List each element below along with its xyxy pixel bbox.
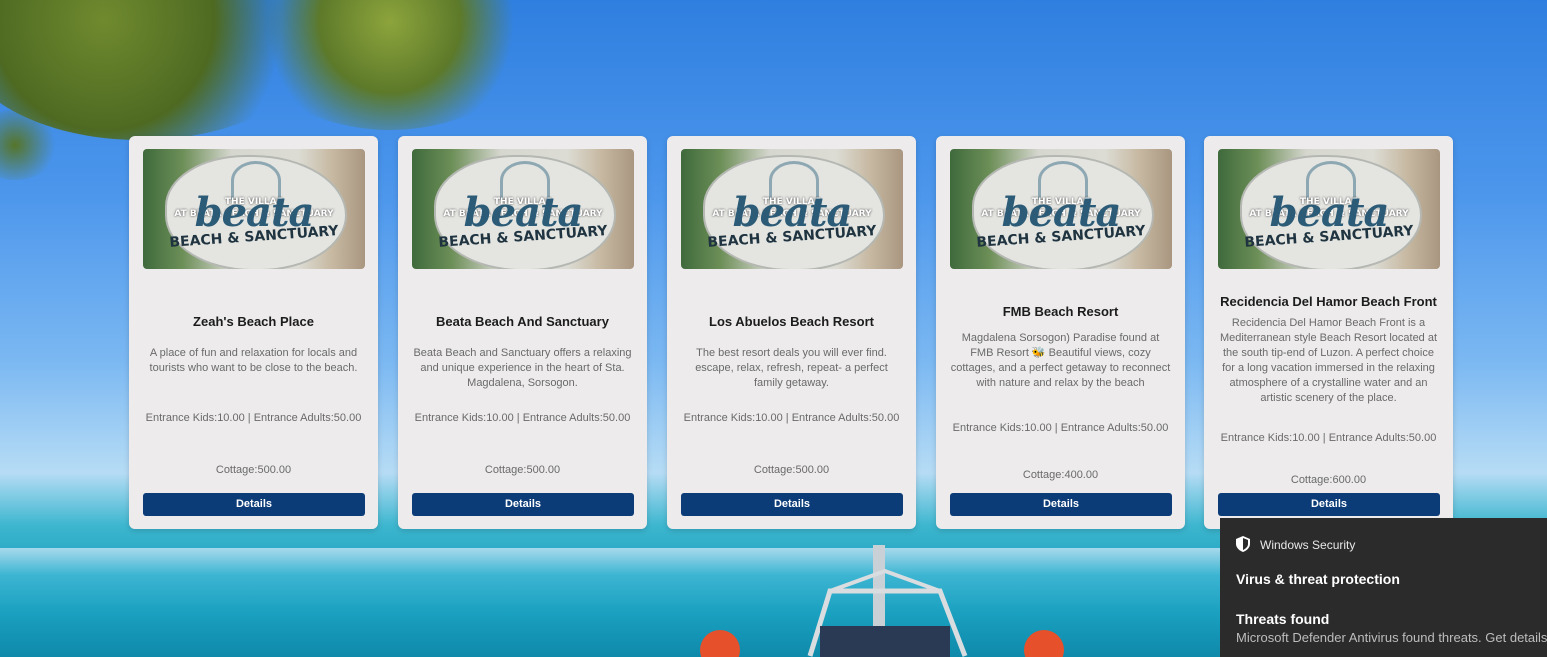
- tree-foliage-2: [250, 0, 530, 130]
- notification-message: Microsoft Defender Antivirus found threa…: [1236, 630, 1547, 645]
- boat-frame: [807, 568, 968, 657]
- cottage-price: Cottage:500.00: [484, 464, 561, 476]
- resort-title: Zeah's Beach Place: [193, 314, 314, 329]
- resort-title: Recidencia Del Hamor Beach Front: [1220, 294, 1437, 309]
- resort-card: THE VILLAS AT BEATA BEACH & SANCTUARY be…: [129, 136, 378, 529]
- resort-card: THE VILLAS AT BEATA BEACH & SANCTUARY be…: [667, 136, 916, 529]
- details-button[interactable]: Details: [412, 493, 634, 516]
- resort-image[interactable]: THE VILLAS AT BEATA BEACH & SANCTUARY be…: [1218, 149, 1440, 269]
- details-button[interactable]: Details: [950, 493, 1172, 516]
- cottage-price: Cottage:500.00: [753, 464, 830, 476]
- resort-image[interactable]: THE VILLAS AT BEATA BEACH & SANCTUARY be…: [412, 149, 634, 269]
- resort-card: THE VILLAS AT BEATA BEACH & SANCTUARY be…: [936, 136, 1185, 529]
- resort-image[interactable]: THE VILLAS AT BEATA BEACH & SANCTUARY be…: [143, 149, 365, 269]
- windows-security-notification[interactable]: Windows Security Virus & threat protecti…: [1220, 518, 1547, 657]
- notification-subheading: Threats found: [1236, 611, 1330, 627]
- resort-description: A place of fun and relaxation for locals…: [149, 347, 358, 374]
- entrance-fees: Entrance Kids:10.00 | Entrance Adults:50…: [952, 422, 1169, 434]
- notification-app-name: Windows Security: [1260, 538, 1356, 552]
- entrance-fees: Entrance Kids:10.00 | Entrance Adults:50…: [1220, 432, 1437, 444]
- resort-description: Recidencia Del Hamor Beach Front is a Me…: [1219, 317, 1438, 404]
- entrance-fees: Entrance Kids:10.00 | Entrance Adults:50…: [414, 412, 631, 424]
- resort-title: Los Abuelos Beach Resort: [709, 314, 874, 329]
- resort-title: Beata Beach And Sanctuary: [436, 314, 609, 329]
- resort-image[interactable]: THE VILLAS AT BEATA BEACH & SANCTUARY be…: [950, 149, 1172, 269]
- resort-card: THE VILLAS AT BEATA BEACH & SANCTUARY be…: [1204, 136, 1453, 529]
- entrance-fees: Entrance Kids:10.00 | Entrance Adults:50…: [145, 412, 362, 424]
- resort-image[interactable]: THE VILLAS AT BEATA BEACH & SANCTUARY be…: [681, 149, 903, 269]
- shield-icon: [1236, 536, 1250, 552]
- resort-title: FMB Beach Resort: [1002, 304, 1119, 319]
- details-button[interactable]: Details: [143, 493, 365, 516]
- cottage-price: Cottage:600.00: [1290, 474, 1367, 486]
- resort-description: Magdalena Sorsogon) Paradise found at FM…: [950, 332, 1171, 389]
- entrance-fees: Entrance Kids:10.00 | Entrance Adults:50…: [683, 412, 900, 424]
- details-button[interactable]: Details: [1218, 493, 1440, 516]
- cottage-price: Cottage:500.00: [215, 464, 292, 476]
- cottage-price: Cottage:400.00: [1022, 469, 1099, 481]
- resort-description: The best resort deals you will ever find…: [695, 347, 888, 389]
- resort-card: THE VILLAS AT BEATA BEACH & SANCTUARY be…: [398, 136, 647, 529]
- resort-description: Beata Beach and Sanctuary offers a relax…: [413, 347, 632, 389]
- notification-heading: Virus & threat protection: [1236, 571, 1400, 587]
- details-button[interactable]: Details: [681, 493, 903, 516]
